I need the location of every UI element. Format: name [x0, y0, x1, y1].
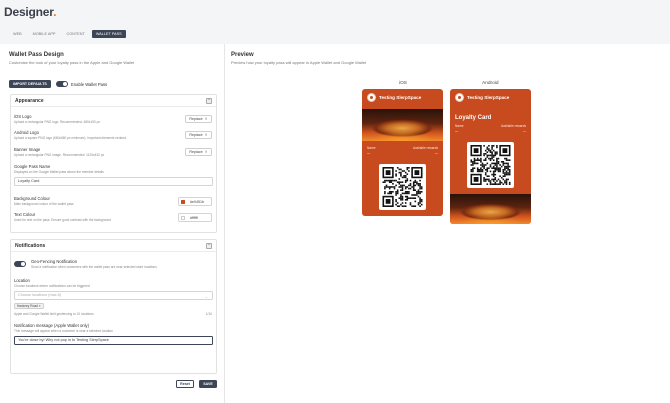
android-rewards-label: Available rewards [500, 124, 526, 128]
location-count: 1/10 [205, 312, 212, 316]
text-colour-picker[interactable]: #ffffff [178, 213, 212, 222]
android-pass-title: Testing SlerpSpace [467, 95, 510, 100]
colour-swatch [181, 200, 185, 204]
notifications-card: Notifications ⌃ Geo-Fencing Notification… [10, 239, 217, 374]
preview-subtitle: Preview how your loyalty pass will appea… [231, 60, 367, 65]
ios-logo-label: iOS Logo [14, 114, 32, 119]
pizza-banner-image [450, 194, 531, 224]
import-defaults-button[interactable]: Import Defaults [9, 80, 51, 88]
android-rewards-value: — [522, 129, 526, 133]
background-colour-hex: #e0451b [190, 200, 204, 204]
chevron-down-icon: ⌄ [205, 295, 208, 299]
ios-qr-code [379, 164, 426, 210]
collapse-icon[interactable]: ⌃ [206, 243, 212, 249]
geo-fencing-toggle[interactable] [14, 261, 26, 267]
ios-logo-help: Upload a rectangular PNG logo. Recommend… [14, 120, 100, 124]
ios-logo-replace-button[interactable]: Replace ⇧ [185, 115, 212, 123]
text-colour-label: Text Colour [14, 212, 36, 217]
appearance-title: Appearance [15, 98, 44, 104]
geo-fencing-help: Send a notification when customers with … [31, 265, 157, 269]
android-logo-replace-button[interactable]: Replace ⇧ [185, 131, 212, 139]
google-pass-name-help: Displayed on the Google Wallet pass abov… [14, 170, 104, 174]
upload-icon: ⇧ [204, 117, 208, 121]
notifications-title: Notifications [15, 243, 46, 249]
message-label: Notification message (Apple Wallet only) [14, 323, 90, 328]
colour-swatch [181, 216, 185, 220]
tab-web[interactable]: Web [9, 30, 26, 38]
ios-name-value: — [367, 151, 371, 155]
ios-label: iOS [399, 81, 407, 86]
android-qr-code [467, 142, 514, 188]
ios-pass-preview: Testing SlerpSpace Name Available reward… [362, 89, 443, 216]
qr-code-icon [470, 145, 511, 185]
ios-pass-title: Testing SlerpSpace [379, 95, 422, 100]
location-chip[interactable]: Hackney Road × [14, 303, 44, 309]
collapse-icon[interactable]: ⌃ [206, 98, 212, 104]
section-title: Wallet Pass Design [9, 52, 64, 58]
brand-logo[interactable]: Designer. [4, 5, 56, 19]
location-select[interactable]: Choose locations (max 8) ⌄ [14, 291, 213, 300]
enable-wallet-pass-label: Enable Wallet Pass [71, 82, 108, 87]
geo-fencing-label: Geo-Fencing Notification [31, 259, 78, 264]
app-header: Designer. [0, 0, 670, 28]
appearance-card: Appearance ⌃ iOS Logo Upload a rectangul… [10, 94, 217, 233]
location-label: Location [14, 278, 30, 283]
google-pass-name-label: Google Pass Name [14, 164, 51, 169]
ios-pass-header: Testing SlerpSpace [362, 89, 443, 107]
background-colour-label: Background Colour [14, 196, 50, 201]
location-limit-help: Apple and Google Wallet limit geofencing… [14, 312, 94, 316]
ios-rewards-value: — [434, 151, 438, 155]
message-input[interactable]: You're close by! Why not pop in to Testi… [14, 336, 213, 345]
android-card-title: Loyalty Card [455, 115, 492, 121]
pizza-banner-image [362, 109, 443, 141]
notifications-header[interactable]: Notifications ⌃ [11, 240, 216, 252]
pass-logo-icon [367, 93, 376, 102]
wallet-pass-settings: Wallet Pass Design Customise the look of… [0, 44, 225, 403]
banner-image-replace-button[interactable]: Replace ⇧ [185, 148, 212, 156]
upload-icon: ⇧ [204, 133, 208, 137]
section-subtitle: Customise the look of your loyalty pass … [9, 60, 135, 65]
preview-panel: Preview Preview how your loyalty pass wi… [231, 44, 670, 403]
ios-rewards-label: Available rewards [412, 146, 438, 150]
text-colour-help: Used for text on the pass. Ensure good c… [14, 218, 111, 222]
android-name-label: Name [455, 124, 464, 128]
reset-button[interactable]: Reset [176, 380, 194, 388]
preview-title: Preview [231, 52, 254, 58]
android-logo-help: Upload a square PNG logo (660x660 px min… [14, 136, 127, 140]
pass-logo-icon [455, 93, 464, 102]
android-name-value: — [455, 129, 459, 133]
appearance-header[interactable]: Appearance ⌃ [11, 95, 216, 107]
message-help: This message will appear when a customer… [14, 329, 113, 333]
save-button[interactable]: Save [199, 380, 217, 388]
banner-image-help: Upload a rectangular PNG image. Recommen… [14, 153, 105, 157]
android-pass-preview: Testing SlerpSpace Loyalty Card Name Ava… [450, 89, 531, 224]
qr-code-icon [382, 167, 423, 207]
android-logo-label: Android Logo [14, 130, 39, 135]
tab-wallet-pass[interactable]: Wallet Pass [91, 30, 126, 38]
background-colour-help: Main background colour of the wallet pas… [14, 202, 74, 206]
tab-content[interactable]: Content [62, 30, 88, 38]
upload-icon: ⇧ [204, 150, 208, 154]
banner-image-label: Banner Image [14, 147, 41, 152]
android-label: Android [482, 81, 499, 86]
ios-name-label: Name [367, 146, 376, 150]
android-pass-header: Testing SlerpSpace [450, 89, 531, 107]
background-colour-picker[interactable]: #e0451b [178, 197, 212, 206]
location-help: Choose locations where notifications can… [14, 284, 90, 288]
google-pass-name-input[interactable]: Loyalty Card [14, 177, 213, 186]
text-colour-hex: #ffffff [190, 216, 198, 220]
enable-wallet-pass-toggle[interactable] [56, 81, 68, 87]
top-tabs: Web Mobile App Content Wallet Pass [9, 30, 126, 39]
tab-mobile-app[interactable]: Mobile App [29, 30, 60, 38]
